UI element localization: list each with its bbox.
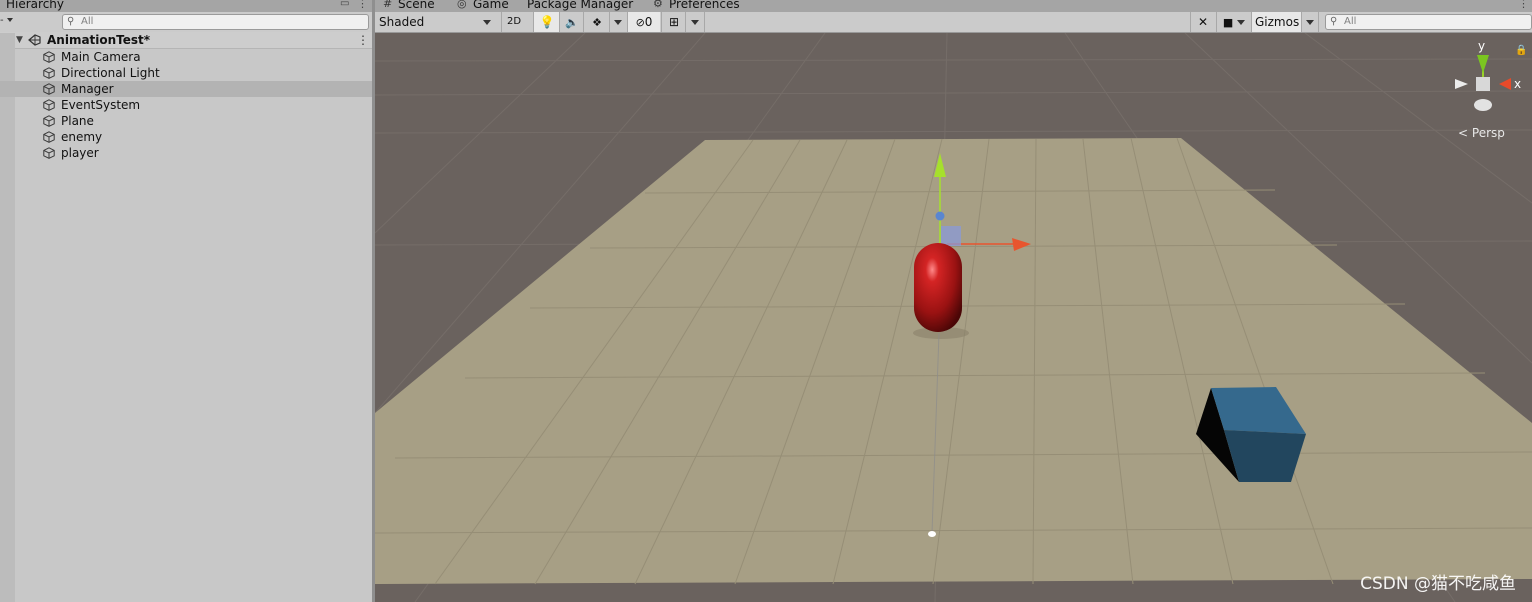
hierarchy-search-placeholder: All [81, 16, 94, 27]
draw-mode-value: Shaded [379, 15, 425, 29]
audio-toggle[interactable]: 🔈 [559, 12, 584, 32]
gameobject-cube-icon [43, 99, 55, 111]
hierarchy-item-label: player [61, 146, 99, 160]
draw-mode-dropdown[interactable]: Shaded [375, 12, 495, 32]
scene-name: AnimationTest* [47, 33, 151, 47]
tools-icon: ✕ [1197, 15, 1209, 29]
scene-toolbar: Shaded 2D 💡 🔈 ❖ ⊘0 ⊞ ✕ ■ Gizmos ⚲ All [375, 12, 1532, 33]
hierarchy-gutter [0, 33, 15, 602]
gizmo-axis-y-label: y [1478, 39, 1485, 53]
tab-scene[interactable]: Scene [398, 0, 435, 11]
gizmo-z-handle[interactable] [935, 211, 945, 221]
hash-icon: # [383, 0, 393, 10]
hierarchy-search-input[interactable]: ⚲ All [62, 14, 369, 30]
hierarchy-item-enemy[interactable]: enemy [15, 129, 372, 145]
gameobject-cube-icon [43, 147, 55, 159]
tab-preferences[interactable]: Preferences [669, 0, 740, 11]
hierarchy-item-directional-light[interactable]: Directional Light [15, 65, 372, 81]
lightbulb-icon: 💡 [539, 15, 555, 29]
scene-tab-bar: # Scene ◎ Game Package Manager ⚙ Prefere… [375, 0, 1532, 12]
hierarchy-item-eventsystem[interactable]: EventSystem [15, 97, 372, 113]
chevron-down-icon [691, 20, 699, 25]
projection-toggle[interactable]: < Persp [1458, 126, 1505, 140]
speaker-icon: 🔈 [565, 16, 579, 29]
lock-view-icon[interactable]: 🔒 [1515, 44, 1527, 56]
hierarchy-item-player[interactable]: player [15, 145, 372, 161]
toggle-2d-button[interactable]: 2D [501, 12, 526, 32]
chevron-down-icon [614, 20, 622, 25]
gameobject-cube-icon [43, 67, 55, 79]
gameobject-cube-icon [43, 131, 55, 143]
tab-package-manager[interactable]: Package Manager [527, 0, 633, 11]
scene-search-input[interactable]: ⚲ All [1325, 14, 1532, 30]
unity-scene-icon [28, 34, 41, 46]
hidden-eye-icon: ⊘ [635, 16, 645, 29]
panel-menu-icon[interactable]: ⋮ [357, 0, 368, 10]
gameobject-cube-icon [43, 83, 55, 95]
lighting-toggle[interactable]: 💡 [533, 12, 560, 32]
effects-toggle[interactable]: ❖ [583, 12, 610, 32]
chevron-left-icon: < [1458, 126, 1469, 140]
gizmos-dropdown[interactable] [1301, 12, 1319, 32]
tab-game[interactable]: Game [473, 0, 509, 11]
hierarchy-item-main-camera[interactable]: Main Camera [15, 49, 372, 65]
tools-button[interactable]: ✕ [1190, 12, 1215, 32]
effects-layers-icon: ❖ [592, 16, 602, 29]
create-dropdown-button[interactable]: - [0, 15, 13, 26]
gizmos-label: Gizmos [1255, 15, 1300, 29]
chevron-down-icon [1237, 20, 1246, 25]
hierarchy-item-label: Main Camera [61, 50, 141, 64]
hierarchy-panel: Hierarchy ▭ ⋮ - ⚲ All ▼ AnimationTest* ⋮… [0, 0, 372, 602]
hierarchy-item-label: Plane [61, 114, 94, 128]
panel-menu-icon[interactable]: ⋮ [1518, 0, 1529, 10]
scene-menu-icon[interactable]: ⋮ [357, 32, 369, 48]
grid-icon: ⊞ [668, 15, 680, 29]
chevron-down-icon [6, 18, 13, 22]
chevron-down-icon [483, 20, 491, 25]
projection-label: Persp [1471, 126, 1505, 140]
gizmo-plane-handle[interactable] [941, 226, 961, 246]
hierarchy-item-plane[interactable]: Plane [15, 113, 372, 129]
camera-icon: ■ [1222, 16, 1234, 29]
toggle-2d-label: 2D [506, 16, 522, 27]
gear-icon: ⚙ [653, 0, 663, 10]
hierarchy-item-manager[interactable]: Manager [0, 81, 372, 97]
hierarchy-item-label: enemy [61, 130, 103, 144]
player-capsule[interactable] [914, 243, 962, 332]
hierarchy-item-label: Manager [61, 82, 114, 96]
scene-render[interactable]: y x 🔒 [375, 33, 1532, 602]
gizmos-toggle[interactable]: Gizmos [1251, 12, 1301, 32]
hierarchy-tab-bar: Hierarchy ▭ ⋮ [0, 0, 372, 12]
search-icon: ⚲ [1330, 16, 1338, 27]
gizmo-axis-x-label: x [1514, 77, 1521, 91]
search-icon: ⚲ [67, 16, 75, 27]
scene-search-placeholder: All [1344, 16, 1357, 27]
expand-arrow-icon[interactable]: ▼ [16, 32, 23, 48]
hidden-count: 0 [644, 15, 653, 29]
grid-toggle[interactable]: ⊞ [661, 12, 686, 32]
hierarchy-toolbar: - ⚲ All [0, 12, 372, 33]
scene-visibility-toggle[interactable]: ⊘0 [627, 12, 660, 32]
camera-settings-dropdown[interactable]: ■ [1216, 12, 1251, 32]
gameobject-cube-icon [43, 115, 55, 127]
origin-marker [928, 531, 936, 537]
watermark: CSDN @猫不吃咸鱼 [1360, 574, 1516, 594]
hierarchy-item-label: EventSystem [61, 98, 141, 112]
hierarchy-item-label: Directional Light [61, 66, 160, 80]
scene-root-row[interactable]: ▼ AnimationTest* ⋮ [0, 32, 372, 49]
lock-icon[interactable]: ▭ [340, 0, 349, 9]
chevron-down-icon [1306, 20, 1314, 25]
gamepad-icon: ◎ [457, 0, 467, 10]
hierarchy-tab[interactable]: Hierarchy [6, 0, 64, 11]
scene-viewport[interactable]: y x 🔒 < Persp CSDN @猫不吃咸鱼 [375, 33, 1532, 602]
gameobject-cube-icon [43, 51, 55, 63]
effects-dropdown[interactable] [609, 12, 626, 32]
grid-dropdown[interactable] [685, 12, 705, 32]
